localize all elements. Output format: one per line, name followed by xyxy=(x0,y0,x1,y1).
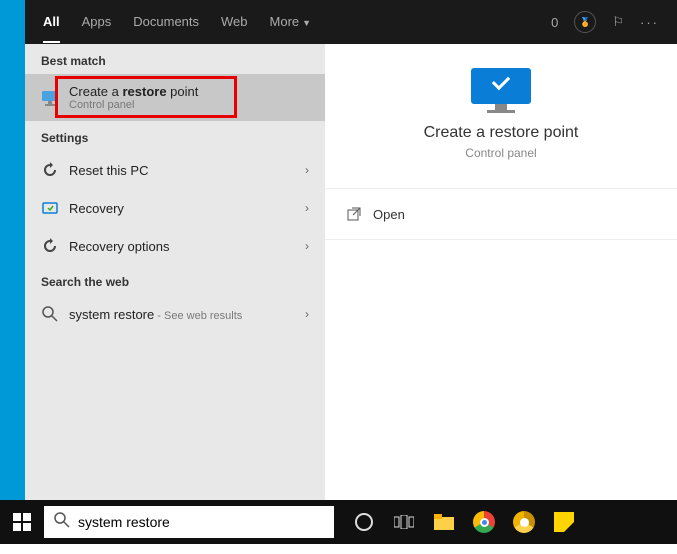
chevron-right-icon: › xyxy=(305,201,309,215)
filter-tabs: All Apps Documents Web More▼ xyxy=(43,2,311,43)
taskbar xyxy=(0,500,677,544)
refresh-icon xyxy=(41,161,59,179)
more-icon[interactable]: ··· xyxy=(640,15,659,30)
chevron-right-icon: › xyxy=(305,163,309,177)
start-button[interactable] xyxy=(0,500,44,544)
top-bar: All Apps Documents Web More▼ 0 🏅 ⚐ ··· xyxy=(25,0,677,44)
result-title: Create a restore point xyxy=(69,84,309,99)
result-reset-pc[interactable]: Reset this PC › xyxy=(25,151,325,189)
search-input[interactable] xyxy=(78,514,324,530)
section-settings: Settings xyxy=(25,121,325,151)
sticky-notes-icon[interactable] xyxy=(544,500,584,544)
open-icon xyxy=(345,205,363,223)
open-action[interactable]: Open xyxy=(325,188,677,240)
search-icon xyxy=(41,305,59,323)
result-recovery[interactable]: Recovery › xyxy=(25,189,325,227)
explorer-icon[interactable] xyxy=(424,500,464,544)
chrome-canary-icon[interactable] xyxy=(504,500,544,544)
tab-web[interactable]: Web xyxy=(221,2,248,43)
tab-documents[interactable]: Documents xyxy=(133,2,199,43)
accent-bar xyxy=(0,0,25,500)
section-web: Search the web xyxy=(25,265,325,295)
tab-more[interactable]: More▼ xyxy=(270,2,312,43)
taskview-icon[interactable] xyxy=(384,500,424,544)
preview-title: Create a restore point xyxy=(325,124,677,142)
section-best-match: Best match xyxy=(25,44,325,74)
tab-all[interactable]: All xyxy=(43,2,60,43)
monitor-icon xyxy=(471,68,531,112)
feedback-icon[interactable]: ⚐ xyxy=(612,14,624,30)
result-recovery-options[interactable]: Recovery options › xyxy=(25,227,325,265)
recent-count: 0 xyxy=(551,15,558,30)
results-panel: Best match Create a restore point Contro… xyxy=(25,44,325,500)
chevron-right-icon: › xyxy=(305,307,309,321)
chevron-down-icon: ▼ xyxy=(302,18,311,28)
preview-panel: Create a restore point Control panel Ope… xyxy=(325,44,677,500)
monitor-icon xyxy=(41,89,59,107)
rewards-icon[interactable]: 🏅 xyxy=(574,11,596,33)
result-web[interactable]: system restore - See web results › xyxy=(25,295,325,333)
chevron-right-icon: › xyxy=(305,239,309,253)
result-restore-point[interactable]: Create a restore point Control panel xyxy=(25,74,325,121)
refresh-icon xyxy=(41,237,59,255)
result-subtitle: Control panel xyxy=(69,99,309,111)
preview-subtitle: Control panel xyxy=(325,146,677,160)
search-icon xyxy=(54,512,70,533)
recovery-icon xyxy=(41,199,59,217)
taskbar-search[interactable] xyxy=(44,506,334,538)
cortana-icon[interactable] xyxy=(344,500,384,544)
tab-apps[interactable]: Apps xyxy=(82,2,112,43)
chrome-icon[interactable] xyxy=(464,500,504,544)
